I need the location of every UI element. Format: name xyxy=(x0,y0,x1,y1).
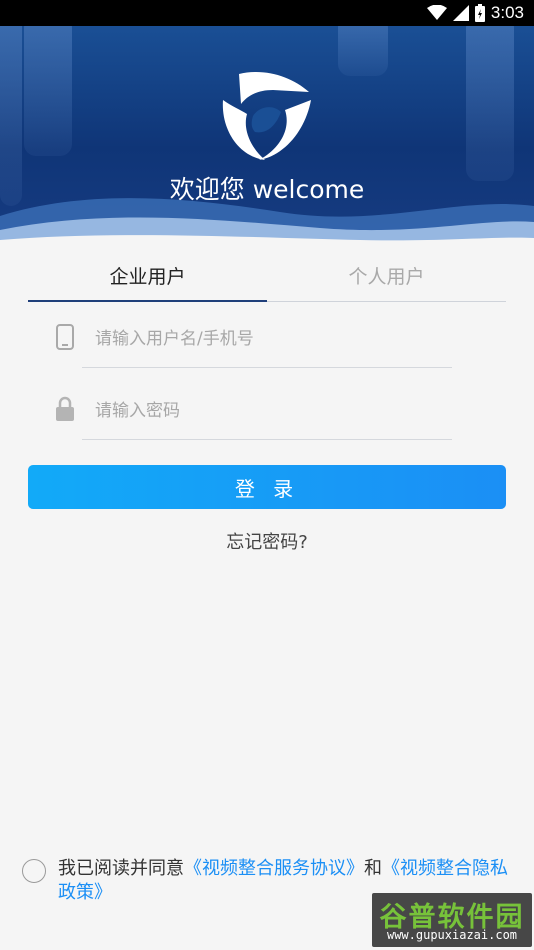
agreement-radio[interactable] xyxy=(22,859,46,883)
tab-enterprise-label: 企业用户 xyxy=(109,265,186,288)
battery-icon xyxy=(474,4,485,22)
agreement-conjunction: 和 xyxy=(364,858,382,879)
decor-bar xyxy=(466,26,514,181)
signal-icon xyxy=(452,5,469,21)
tab-personal-label: 个人用户 xyxy=(348,265,425,288)
phone-icon xyxy=(56,324,74,350)
password-field[interactable]: 请输入密码 xyxy=(54,374,452,440)
app-logo-icon xyxy=(222,72,311,160)
tab-enterprise-user[interactable]: 企业用户 xyxy=(28,248,267,302)
header-wave xyxy=(0,198,534,248)
watermark-logo: 谷普软件园 www.gupuxiazai.com xyxy=(372,893,532,947)
login-button-label: 登 录 xyxy=(234,476,300,501)
forgot-password-link[interactable]: 忘记密码? xyxy=(0,528,534,554)
service-agreement-link[interactable]: 《视频整合服务协议》 xyxy=(184,858,364,879)
status-time: 3:03 xyxy=(490,3,524,22)
tab-personal-user[interactable]: 个人用户 xyxy=(267,248,506,302)
watermark-url: www.gupuxiazai.com xyxy=(386,928,518,942)
login-button[interactable]: 登 录 xyxy=(28,465,506,509)
decor-bar xyxy=(24,26,72,156)
decor-bar xyxy=(338,26,388,76)
username-underline xyxy=(82,367,452,368)
username-field[interactable]: 请输入用户名/手机号 xyxy=(54,302,452,368)
forgot-password-label: 忘记密码? xyxy=(226,532,308,553)
wifi-icon xyxy=(426,5,447,20)
header-banner: 欢迎您 welcome xyxy=(0,26,534,248)
agreement-prefix: 我已阅读并同意 xyxy=(58,858,184,879)
status-bar: 3:03 xyxy=(0,0,534,26)
lock-icon xyxy=(56,396,74,421)
username-placeholder: 请输入用户名/手机号 xyxy=(95,329,254,349)
user-type-tabs: 企业用户 个人用户 xyxy=(28,248,506,302)
status-icons: 3:03 xyxy=(426,3,524,23)
password-underline xyxy=(82,439,452,440)
password-placeholder: 请输入密码 xyxy=(95,401,180,421)
